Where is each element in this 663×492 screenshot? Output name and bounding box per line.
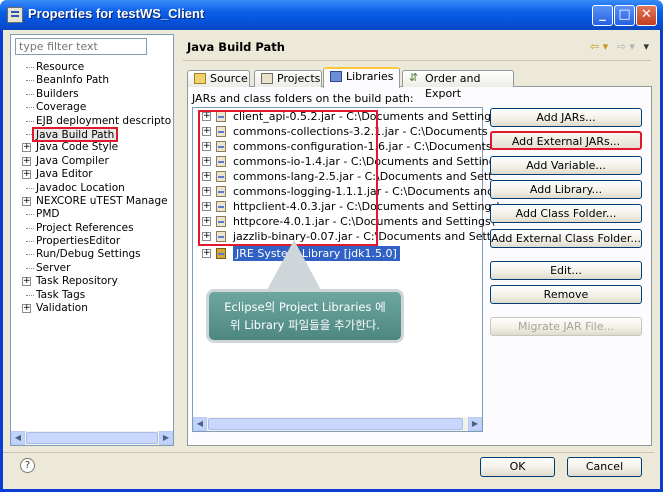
expand-icon[interactable]: + xyxy=(202,249,211,258)
add-library-button[interactable]: Add Library... xyxy=(490,180,642,199)
ok-button[interactable]: OK xyxy=(480,457,555,477)
annotation-callout: Eclipse의 Project Libraries 에 위 Library 파… xyxy=(206,289,404,343)
add-jars-button[interactable]: Add JARs... xyxy=(490,108,642,127)
tree-item[interactable]: Run/Debug Settings xyxy=(11,248,173,261)
scroll-left-icon[interactable]: ◀ xyxy=(193,417,207,431)
minimize-icon[interactable]: _ xyxy=(592,5,613,26)
preference-tree: Resource BeanInfo Path Builders Coverage… xyxy=(11,61,173,315)
tree-item-java-build-path[interactable]: Java Build Path xyxy=(11,126,173,142)
view-menu-icon[interactable]: ▾ xyxy=(643,40,649,53)
forward-arrow-icon[interactable]: ⇨ ▾ xyxy=(617,40,635,53)
add-variable-button[interactable]: Add Variable... xyxy=(490,156,642,175)
scrollbar-thumb[interactable] xyxy=(208,418,463,430)
tree-item[interactable]: BeanInfo Path xyxy=(11,74,173,87)
window-icon xyxy=(7,7,23,23)
tree-item[interactable]: Builders xyxy=(11,88,173,101)
tree-item[interactable]: + Validation xyxy=(11,302,173,315)
window-title: Properties for testWS_Client xyxy=(28,6,205,21)
tree-item[interactable]: Coverage xyxy=(11,101,173,114)
tab-order-and-export[interactable]: ⇵ Order and Export xyxy=(402,70,514,100)
filter-input[interactable] xyxy=(15,38,147,55)
scroll-right-icon[interactable]: ▶ xyxy=(159,431,173,445)
tree-horizontal-scrollbar[interactable]: ◀ ▶ xyxy=(11,431,173,445)
tree-item[interactable]: Server xyxy=(11,262,173,275)
tree-item[interactable]: Project References xyxy=(11,222,173,235)
expand-icon[interactable]: + xyxy=(22,143,31,153)
tree-item[interactable]: + Java Compiler xyxy=(11,155,173,168)
callout-line: Eclipse의 Project Libraries 에 xyxy=(224,300,386,314)
tree-item[interactable]: + NEXCORE uTEST Manage xyxy=(11,195,173,208)
expand-icon[interactable]: + xyxy=(22,196,31,206)
footer-divider xyxy=(3,452,654,453)
header-divider xyxy=(183,60,651,61)
tab-projects[interactable]: Projects xyxy=(254,70,322,87)
expand-icon[interactable]: + xyxy=(22,277,31,287)
tree-item[interactable]: Resource xyxy=(11,61,173,74)
page-title: Java Build Path xyxy=(187,40,285,54)
order-icon: ⇵ xyxy=(409,71,419,84)
jar-list-horizontal-scrollbar[interactable]: ◀ ▶ xyxy=(193,417,482,431)
jar-list-label: JARs and class folders on the build path… xyxy=(192,92,414,105)
expand-icon[interactable]: + xyxy=(22,170,31,180)
tree-item[interactable]: PropertiesEditor xyxy=(11,235,173,248)
jar-highlight-box xyxy=(198,110,378,246)
tree-item[interactable]: EJB deployment descripto xyxy=(11,115,173,128)
tree-item[interactable]: + Java Code Style xyxy=(11,141,173,154)
callout-arrow xyxy=(267,240,321,290)
cancel-button[interactable]: Cancel xyxy=(567,457,642,477)
tree-item[interactable]: Task Tags xyxy=(11,289,173,302)
help-icon[interactable]: ? xyxy=(20,458,35,473)
scroll-right-icon[interactable]: ▶ xyxy=(468,417,482,431)
expand-icon[interactable]: + xyxy=(22,156,31,166)
tree-item[interactable]: + Task Repository xyxy=(11,275,173,288)
add-external-jars-button[interactable]: Add External JARs... xyxy=(490,131,642,150)
add-class-folder-button[interactable]: Add Class Folder... xyxy=(490,204,642,223)
maximize-icon[interactable]: □ xyxy=(614,5,635,26)
scrollbar-thumb[interactable] xyxy=(26,432,158,444)
tree-item[interactable]: PMD xyxy=(11,208,173,221)
preference-tree-panel: Resource BeanInfo Path Builders Coverage… xyxy=(10,34,174,446)
jre-system-library-row[interactable]: + JRE System Library [jdk1.5.0] xyxy=(193,246,473,261)
tab-libraries[interactable]: Libraries xyxy=(323,67,400,88)
folder-icon xyxy=(194,73,206,84)
title-bar: Properties for testWS_Client _ □ ✕ xyxy=(0,0,663,30)
callout-line: 위 Library 파일들을 추가한다. xyxy=(229,318,381,332)
close-icon[interactable]: ✕ xyxy=(636,5,657,26)
migrate-jar-button[interactable]: Migrate JAR File... xyxy=(490,317,642,336)
library-icon xyxy=(330,71,342,82)
back-arrow-icon[interactable]: ⇦ ▾ xyxy=(590,40,608,53)
tree-item[interactable]: + Java Editor xyxy=(11,168,173,181)
expand-icon[interactable]: + xyxy=(22,304,31,314)
project-icon xyxy=(261,73,273,84)
tree-item[interactable]: Javadoc Location xyxy=(11,182,173,195)
library-icon xyxy=(216,248,226,259)
add-external-class-folder-button[interactable]: Add External Class Folder... xyxy=(490,229,642,248)
history-nav: ⇦ ▾ ⇨ ▾ ▾ xyxy=(585,40,649,53)
remove-button[interactable]: Remove xyxy=(490,285,642,304)
tab-source[interactable]: Source xyxy=(187,70,250,87)
edit-button[interactable]: Edit... xyxy=(490,261,642,280)
scroll-left-icon[interactable]: ◀ xyxy=(11,431,25,445)
